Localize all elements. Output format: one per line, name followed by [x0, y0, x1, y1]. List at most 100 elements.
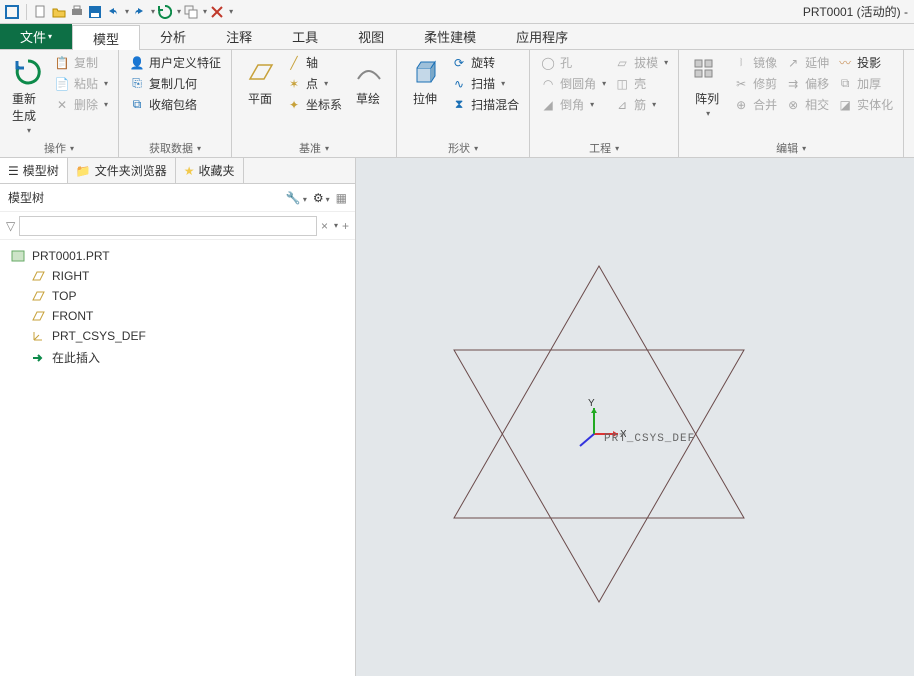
sweepblend-button[interactable]: ⧗扫描混合	[451, 96, 519, 113]
tab-modeltree[interactable]: ☰模型树	[0, 158, 68, 183]
sidebar-header-label: 模型树	[8, 189, 44, 206]
open-icon[interactable]	[51, 4, 67, 20]
regenerate-button[interactable]: 重新生成 ▾	[6, 52, 50, 139]
main-area: ☰模型树 📁文件夹浏览器 ★收藏夹 模型树 🔧▾ ⚙▾ ▦ ▽ × ▾ + PR…	[0, 158, 914, 676]
windows-dropdown[interactable]: ▾	[203, 7, 207, 16]
insert-icon	[30, 352, 46, 364]
round-button[interactable]: ◠倒圆角▾	[540, 75, 606, 92]
point-button[interactable]: ✶点▾	[286, 75, 342, 92]
boundary-button[interactable]: 边界	[910, 52, 914, 111]
ribbon-group-eng: ◯孔 ◠倒圆角▾ ◢倒角▾ ▱拔模▾ ◫壳 ⊿筋▾ 工程▾	[530, 50, 679, 157]
thicken-button[interactable]: ⧉加厚	[837, 75, 893, 92]
window-title: PRT0001 (活动的) -	[803, 3, 910, 20]
redo-icon[interactable]	[131, 4, 147, 20]
tree-csys[interactable]: PRT_CSYS_DEF	[6, 326, 349, 346]
part-icon	[10, 250, 26, 262]
menu-annotate[interactable]: 注释	[206, 24, 272, 49]
filter-input[interactable]	[19, 216, 317, 236]
filter-dropdown[interactable]: ▾	[334, 221, 338, 230]
hole-button[interactable]: ◯孔	[540, 54, 606, 71]
solidify-button[interactable]: ◪实体化	[837, 96, 893, 113]
mirror-button[interactable]: ⧘镜像	[733, 54, 777, 71]
menu-model[interactable]: 模型	[72, 25, 140, 50]
ribbon-group-shape: 拉伸 ⟳旋转 ∿扫描▾ ⧗扫描混合 形状▾	[397, 50, 530, 157]
intersect-button[interactable]: ⊗相交	[785, 96, 829, 113]
tab-favorites[interactable]: ★收藏夹	[176, 158, 244, 183]
csys-label: PRT_CSYS_DEF	[604, 433, 695, 445]
chamfer-button[interactable]: ◢倒角▾	[540, 96, 606, 113]
tree-front[interactable]: FRONT	[6, 306, 349, 326]
menu-view[interactable]: 视图	[338, 24, 404, 49]
trim-button[interactable]: ✂修剪	[733, 75, 777, 92]
sketch-geometry	[356, 158, 914, 676]
paste-button[interactable]: 📄粘贴▾	[54, 75, 108, 92]
sweep-button[interactable]: ∿扫描▾	[451, 75, 519, 92]
qat-customize-dropdown[interactable]: ▾	[229, 7, 233, 16]
group-label-datum: 基准▾	[238, 139, 390, 157]
tree-show-icon[interactable]: ▦	[336, 191, 347, 205]
graphics-canvas[interactable]: X Y PRT_CSYS_DEF	[356, 158, 914, 676]
extend-button[interactable]: ↗延伸	[785, 54, 829, 71]
undo-dropdown[interactable]: ▾	[125, 7, 129, 16]
filter-clear-icon[interactable]: ×	[321, 219, 328, 233]
regen-icon[interactable]	[157, 4, 173, 20]
menu-file[interactable]: 文件 ▾	[0, 24, 72, 49]
draft-button[interactable]: ▱拔模▾	[614, 54, 668, 71]
sidebar-header: 模型树 🔧▾ ⚙▾ ▦	[0, 184, 355, 212]
sketch-button[interactable]: 草绘	[346, 52, 390, 111]
group-label-shape: 形状▾	[403, 139, 523, 157]
csys-button[interactable]: ✦坐标系	[286, 96, 342, 113]
plane-icon	[30, 290, 46, 302]
plane-icon	[30, 270, 46, 282]
windows-icon[interactable]	[183, 4, 199, 20]
menu-tools[interactable]: 工具	[272, 24, 338, 49]
pattern-button[interactable]: 阵列 ▾	[685, 52, 729, 122]
csys-icon	[30, 330, 46, 342]
regen-dropdown[interactable]: ▾	[177, 7, 181, 16]
copy-button[interactable]: 📋复制	[54, 54, 108, 71]
sidebar-filter: ▽ × ▾ +	[0, 212, 355, 240]
merge-button[interactable]: ⊕合并	[733, 96, 777, 113]
project-button[interactable]: 〰投影	[837, 54, 893, 71]
save-icon[interactable]	[87, 4, 103, 20]
shell-button[interactable]: ◫壳	[614, 75, 668, 92]
tree-right[interactable]: RIGHT	[6, 266, 349, 286]
axis-button[interactable]: ╱轴	[286, 54, 342, 71]
undo-icon[interactable]	[105, 4, 121, 20]
menu-bar: 文件 ▾ 模型 分析 注释 工具 视图 柔性建模 应用程序	[0, 24, 914, 50]
tree-root[interactable]: PRT0001.PRT	[6, 246, 349, 266]
menu-flex[interactable]: 柔性建模	[404, 24, 496, 49]
ribbon-group-datum: 平面 ╱轴 ✶点▾ ✦坐标系 草绘 基准▾	[232, 50, 397, 157]
tree-settings-icon[interactable]: ⚙▾	[313, 191, 330, 205]
filter-add-icon[interactable]: +	[342, 219, 349, 233]
ribbon-group-edit: 阵列 ▾ ⧘镜像 ✂修剪 ⊕合并 ↗延伸 ⇉偏移 ⊗相交 〰投影 ⧉加厚 ◪实体…	[679, 50, 904, 157]
copygeom-button[interactable]: ⎘复制几何	[129, 75, 221, 92]
ribbon-group-ops: 重新生成 ▾ 📋复制 📄粘贴▾ ✕删除▾ 操作▾	[0, 50, 119, 157]
app-icon	[4, 4, 20, 20]
quick-access-toolbar: ▾ ▾ ▾ ▾ ▾ PRT0001 (活动的) -	[0, 0, 914, 24]
menu-apps[interactable]: 应用程序	[496, 24, 588, 49]
delete-button[interactable]: ✕删除▾	[54, 96, 108, 113]
group-label-getdata: 获取数据▾	[125, 139, 225, 157]
shrinkwrap-button[interactable]: ⧉收缩包络	[129, 96, 221, 113]
new-icon[interactable]	[33, 4, 49, 20]
ribbon-group-getdata: 👤用户定义特征 ⎘复制几何 ⧉收缩包络 获取数据▾	[119, 50, 232, 157]
userfeature-button[interactable]: 👤用户定义特征	[129, 54, 221, 71]
filter-icon[interactable]: ▽	[6, 219, 15, 233]
revolve-button[interactable]: ⟳旋转	[451, 54, 519, 71]
rib-button[interactable]: ⊿筋▾	[614, 96, 668, 113]
tree-insert[interactable]: 在此插入	[6, 346, 349, 369]
ribbon-group-surface: 边界	[904, 50, 914, 157]
tree-tools-icon[interactable]: 🔧▾	[286, 191, 307, 205]
redo-dropdown[interactable]: ▾	[151, 7, 155, 16]
group-label-edit: 编辑▾	[685, 139, 897, 157]
print-icon[interactable]	[69, 4, 85, 20]
tree-top[interactable]: TOP	[6, 286, 349, 306]
offset-button[interactable]: ⇉偏移	[785, 75, 829, 92]
extrude-button[interactable]: 拉伸	[403, 52, 447, 111]
close-icon[interactable]	[209, 4, 225, 20]
tab-folder[interactable]: 📁文件夹浏览器	[68, 158, 176, 183]
sidebar: ☰模型树 📁文件夹浏览器 ★收藏夹 模型树 🔧▾ ⚙▾ ▦ ▽ × ▾ + PR…	[0, 158, 356, 676]
menu-analysis[interactable]: 分析	[140, 24, 206, 49]
plane-button[interactable]: 平面	[238, 52, 282, 111]
